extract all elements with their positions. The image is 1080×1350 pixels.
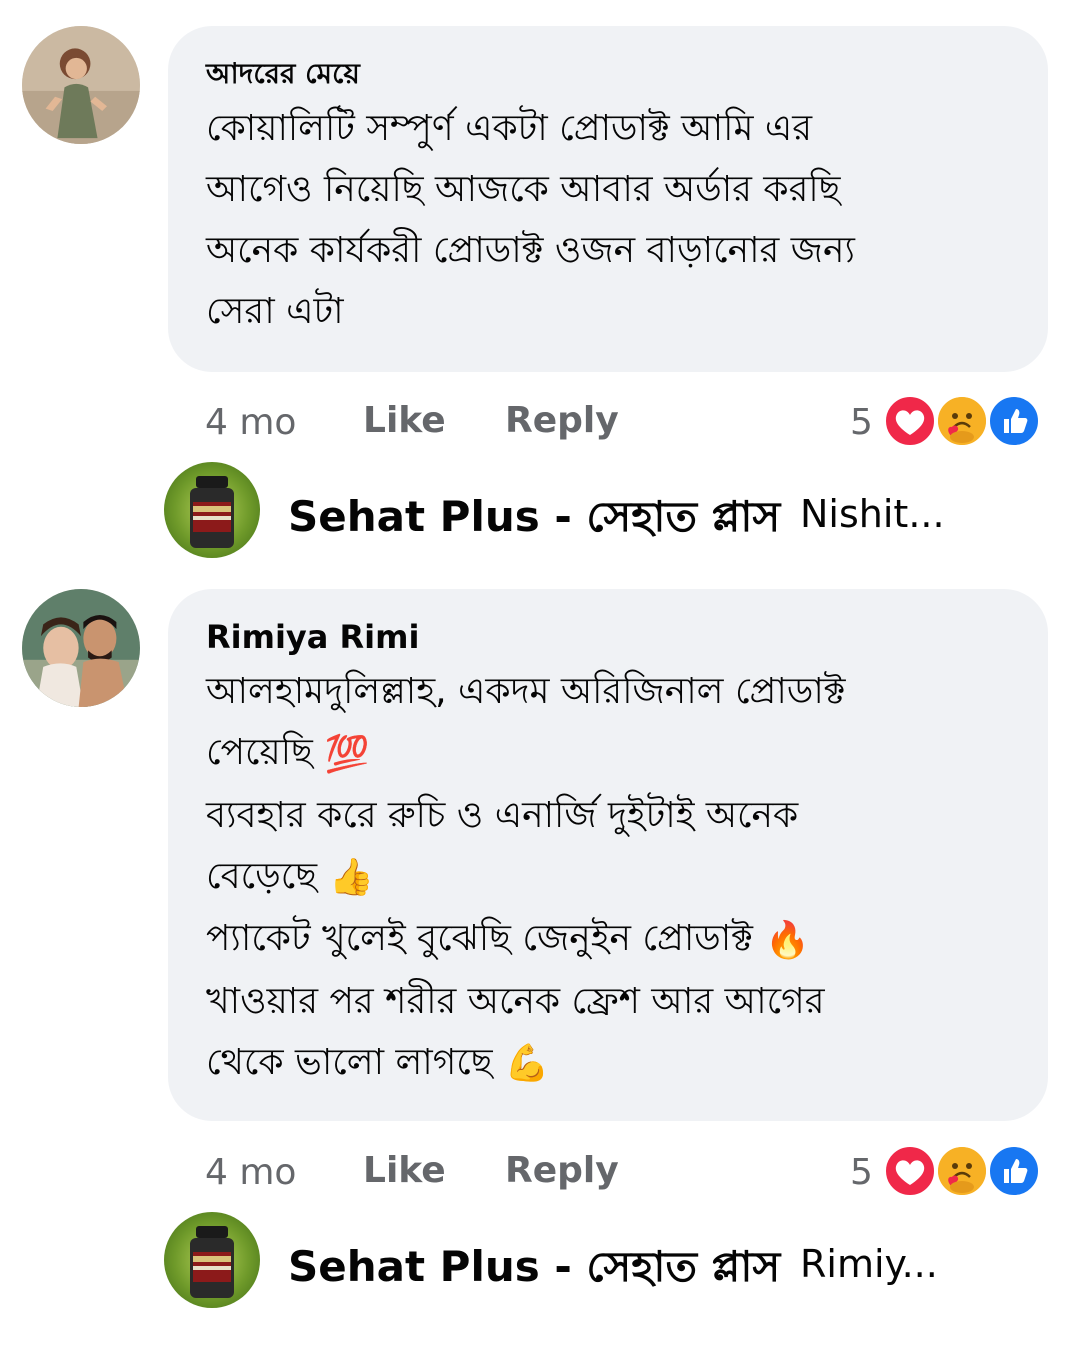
reply-preview-text[interactable]: Nishit... bbox=[800, 492, 945, 536]
comment-text-line: প্যাকেট খুলেই বুঝেছি জেনুইন প্রোডাক্ট 🔥 bbox=[206, 908, 1010, 971]
comment-bubble: Rimiya Rimi আলহামদুলিল্লাহ, একদম অরিজিনা… bbox=[168, 589, 1048, 1121]
reply-preview-text[interactable]: Rimiy... bbox=[800, 1242, 938, 1286]
comment-text-line: সেরা এটা bbox=[206, 291, 344, 332]
comment-timestamp[interactable]: 4 mo bbox=[205, 402, 296, 443]
avatar-photo-icon bbox=[22, 26, 140, 144]
avatar-photo-icon bbox=[22, 589, 140, 707]
comment-text-line: পেয়েছি 💯 bbox=[206, 722, 1010, 785]
reply-button[interactable]: Reply bbox=[505, 1150, 619, 1191]
thumbs-up-icon: 👍 bbox=[329, 857, 374, 898]
like-button[interactable]: Like bbox=[363, 400, 446, 441]
comment-text-line: আগেও নিয়েছি আজকে আবার অর্ডার করছি bbox=[206, 169, 841, 210]
flexed-biceps-icon: 💪 bbox=[504, 1043, 550, 1084]
fire-icon: 🔥 bbox=[764, 919, 810, 961]
comment-timestamp[interactable]: 4 mo bbox=[205, 1152, 296, 1193]
reaction-count[interactable]: 5 bbox=[850, 1152, 873, 1193]
reaction-count[interactable]: 5 bbox=[850, 402, 873, 443]
reply-button[interactable]: Reply bbox=[505, 400, 619, 441]
commenter-avatar[interactable] bbox=[22, 26, 140, 144]
comment-actions: 4 mo Like Reply 5 bbox=[205, 1144, 1045, 1204]
comment-text-line: কোয়ালিটি সম্পুর্ণ একটা প্রোডাক্ট আমি এর bbox=[206, 108, 813, 149]
like-button[interactable]: Like bbox=[363, 1150, 446, 1191]
love-icon bbox=[883, 394, 937, 448]
comment-text-line: ব্যবহার করে রুচি ও এনার্জি দুইটাই অনেক bbox=[206, 794, 799, 836]
comment-text-line: খাওয়ার পর শরীর অনেক ফ্রেশ আর আগের bbox=[206, 980, 825, 1022]
comment-author[interactable]: আদরের মেয়ে bbox=[206, 54, 1010, 94]
care-icon bbox=[935, 394, 989, 448]
reaction-summary[interactable] bbox=[883, 1144, 1043, 1200]
product-bottle-icon bbox=[190, 476, 234, 548]
product-bottle-icon bbox=[190, 1226, 234, 1298]
comment-actions: 4 mo Like Reply 5 bbox=[205, 394, 1045, 454]
page-reply-preview[interactable]: Sehat Plus - সেহাত প্লাস Rimiy... bbox=[164, 1212, 1064, 1312]
reaction-summary[interactable] bbox=[883, 394, 1043, 450]
page-reply-preview[interactable]: Sehat Plus - সেহাত প্লাস Nishit... bbox=[164, 462, 1064, 562]
hundred-points-icon: 💯 bbox=[324, 733, 370, 775]
comment-text-line: আলহামদুলিল্লাহ, একদম অরিজিনাল প্রোডাক্ট bbox=[206, 671, 846, 712]
page-name[interactable]: Sehat Plus - সেহাত প্লাস bbox=[288, 484, 780, 555]
page-name[interactable]: Sehat Plus - সেহাত প্লাস bbox=[288, 1234, 780, 1305]
care-icon bbox=[935, 1144, 989, 1198]
love-icon bbox=[883, 1144, 937, 1198]
page-avatar[interactable] bbox=[164, 462, 260, 558]
page-avatar[interactable] bbox=[164, 1212, 260, 1308]
like-icon bbox=[987, 394, 1041, 448]
like-icon bbox=[987, 1144, 1041, 1198]
comment-author[interactable]: Rimiya Rimi bbox=[206, 617, 1010, 657]
comment-bubble: আদরের মেয়ে কোয়ালিটি সম্পুর্ণ একটা প্রো… bbox=[168, 26, 1048, 372]
comment-text-line: থেকে ভালো লাগছে 💪 bbox=[206, 1032, 1010, 1095]
commenter-avatar[interactable] bbox=[22, 589, 140, 707]
comment-text-line: বেড়েছে 👍 bbox=[206, 846, 1010, 909]
comment-text-line: অনেক কার্যকরী প্রোডাক্ট ওজন বাড়ানোর জন্… bbox=[206, 230, 855, 271]
